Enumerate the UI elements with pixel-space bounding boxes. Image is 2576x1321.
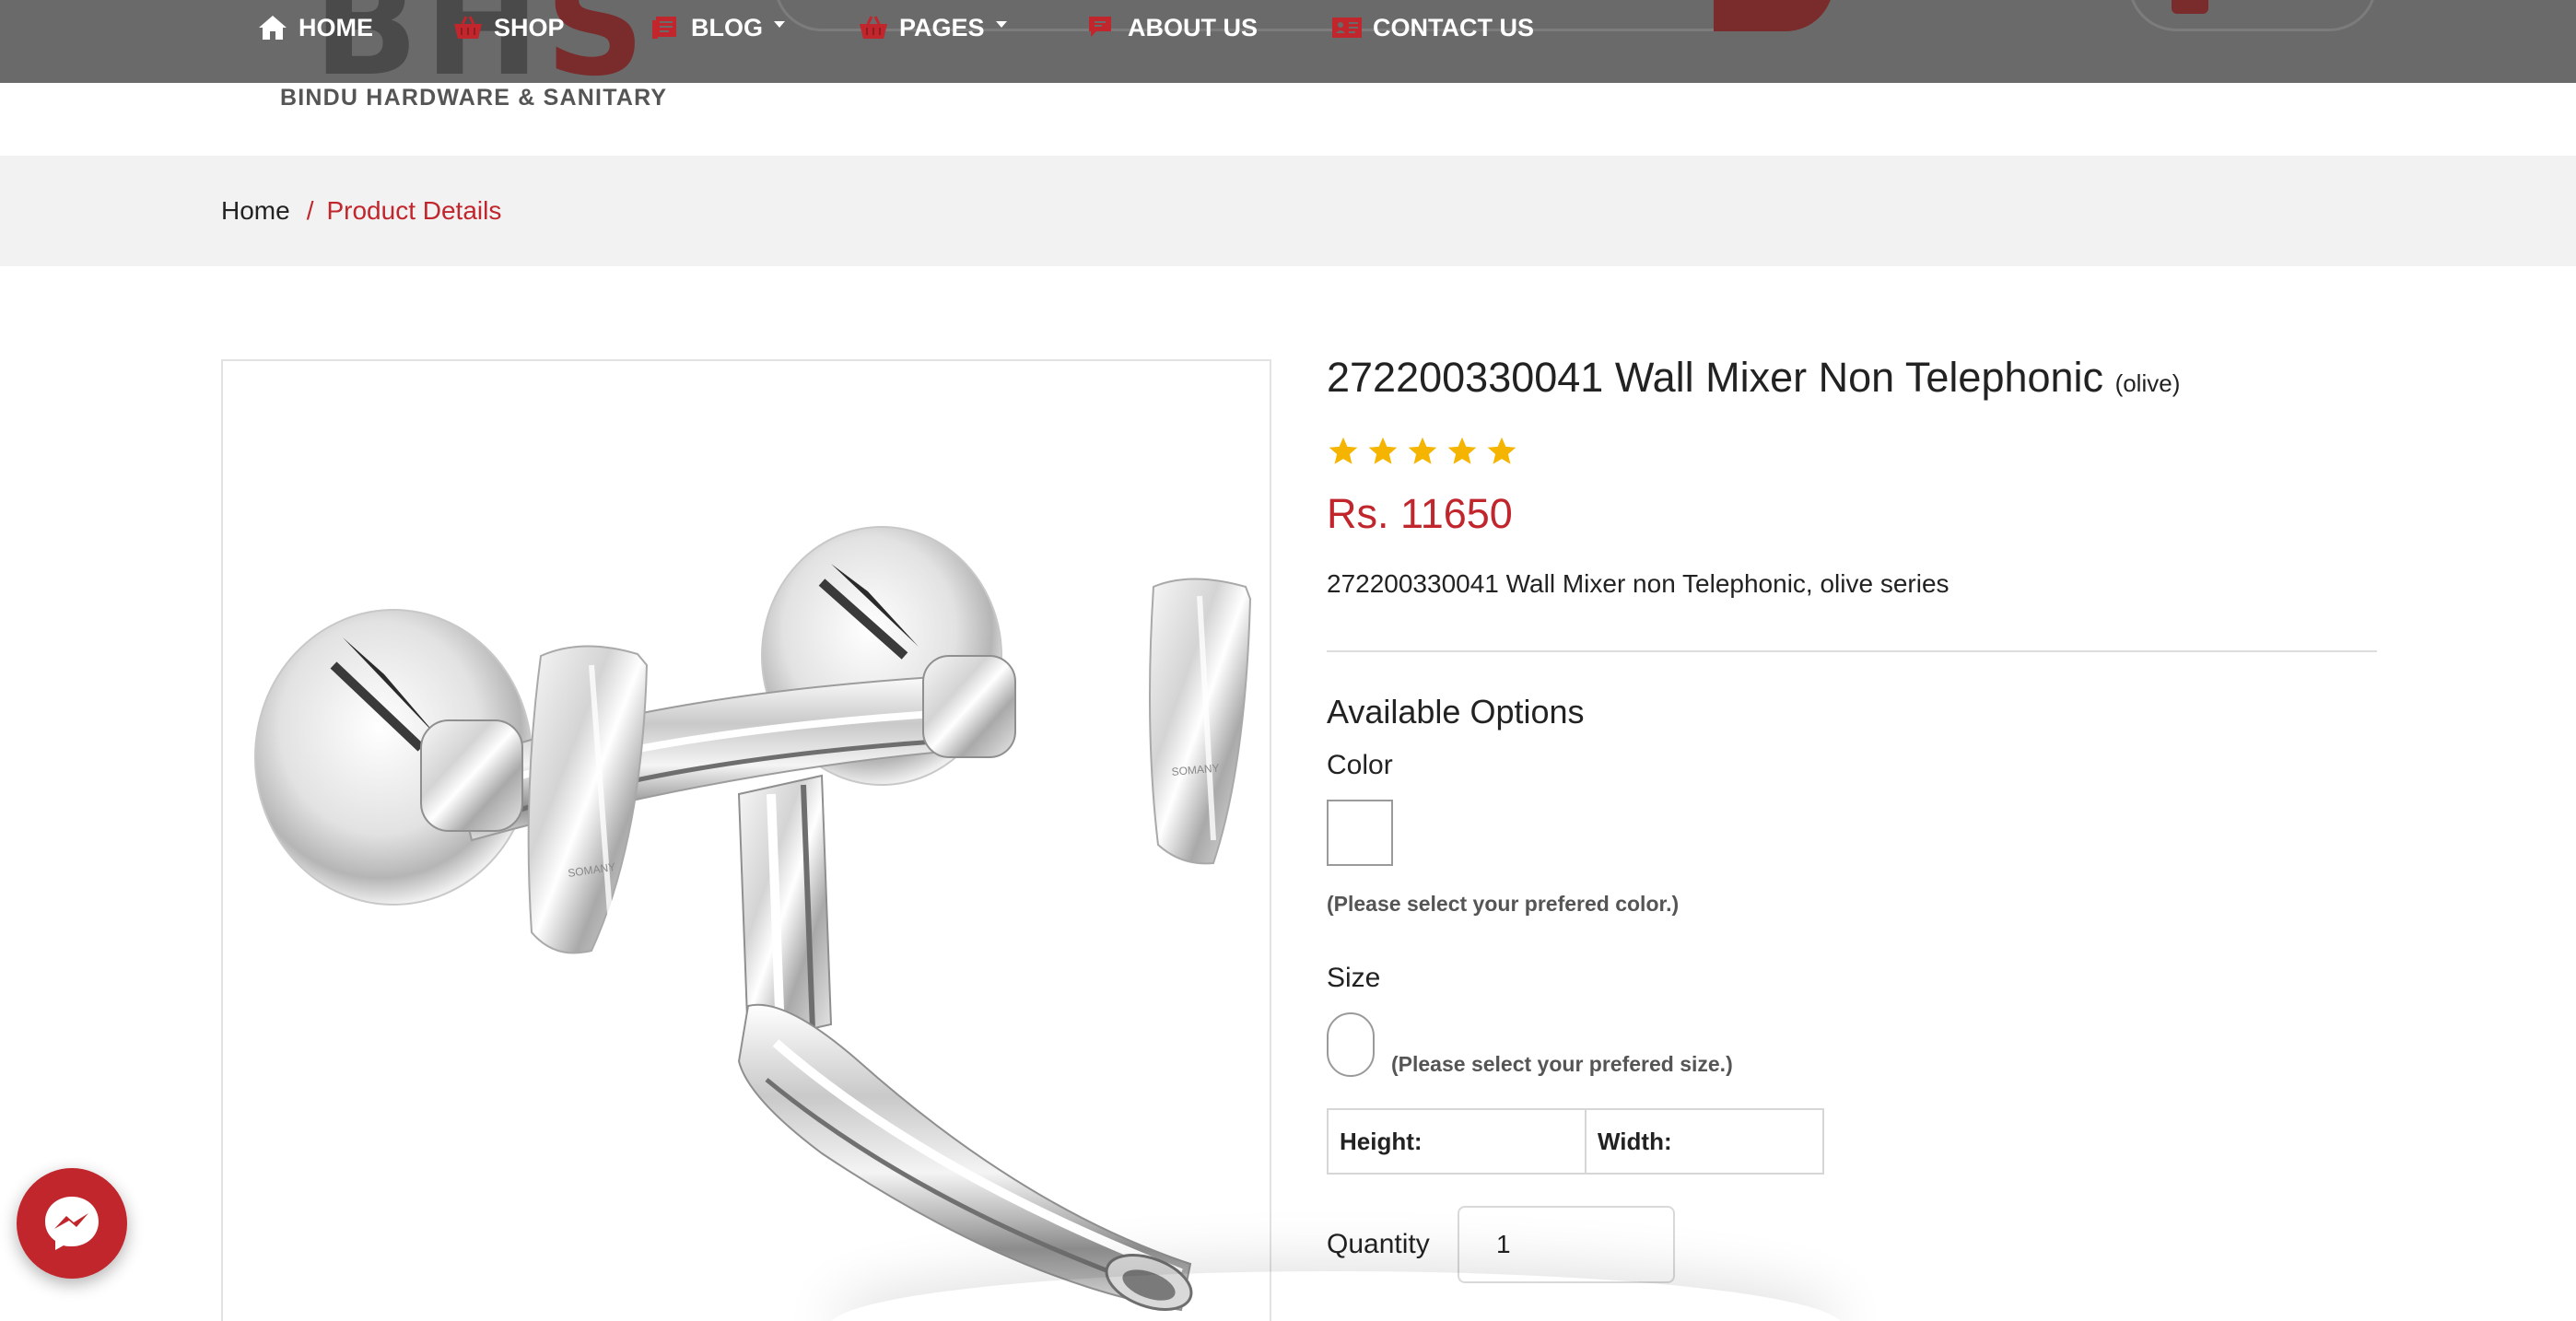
quantity-label: Quantity [1327, 1229, 1430, 1259]
product-title-text: 272200330041 Wall Mixer Non Telephonic [1327, 354, 2104, 401]
messenger-icon [45, 1197, 99, 1250]
width-cell: Width: [1598, 1127, 1672, 1155]
quantity-row: Quantity [1327, 1206, 2377, 1283]
breadcrumb: Home / Product Details [221, 196, 501, 226]
color-swatch[interactable] [1327, 800, 1393, 866]
nav-contact-us-label: CONTACT US [1373, 13, 1534, 41]
nav-about-us[interactable]: ABOUT US [1085, 13, 1258, 42]
nav-blog-label: BLOG [691, 13, 763, 41]
star-icon [1329, 437, 1358, 464]
nav-pages-label: PAGES [899, 13, 985, 41]
divider [1327, 650, 2377, 652]
product-image[interactable]: SOMANY SOMANY [221, 359, 1271, 1321]
product-title: 272200330041 Wall Mixer Non Telephonic (… [1327, 350, 2377, 411]
contact-card-icon [1332, 18, 1362, 38]
chat-icon [1089, 17, 1111, 37]
chevron-down-icon [995, 20, 1007, 28]
cart-button-partial [2128, 0, 2377, 31]
product-info: 272200330041 Wall Mixer Non Telephonic (… [1327, 350, 2377, 1283]
rating-stars [1327, 435, 2377, 468]
color-hint: (Please select your prefered color.) [1327, 892, 1680, 916]
nav-shop[interactable]: SHOP [451, 13, 565, 42]
nav-contact-us[interactable]: CONTACT US [1330, 13, 1534, 42]
basket-icon [454, 16, 482, 39]
wall-mixer-photo: SOMANY SOMANY [254, 526, 1252, 1312]
dimensions-table: Height: Width: [1327, 1108, 1824, 1175]
nav-about-us-label: ABOUT US [1128, 13, 1258, 41]
height-cell: Height: [1329, 1110, 1587, 1173]
messenger-chat-button[interactable] [17, 1168, 127, 1279]
search-button-partial [1714, 0, 1833, 31]
options-heading: Available Options [1327, 693, 1585, 731]
star-icon [1368, 437, 1398, 464]
breadcrumb-separator: / [306, 196, 314, 225]
nav-pages[interactable]: PAGES [857, 13, 1007, 42]
color-label: Color [1327, 750, 1393, 780]
product-price: Rs. 11650 [1327, 490, 1513, 537]
size-row: (Please select your prefered size.) [1327, 1012, 2377, 1077]
breadcrumb-bar: Home / Product Details [0, 156, 2576, 266]
size-option[interactable] [1327, 1012, 1375, 1077]
star-icon [1408, 437, 1437, 464]
brand-subtitle: BINDU HARDWARE & SANITARY [280, 85, 668, 111]
chevron-down-icon [774, 20, 785, 28]
home-icon [259, 16, 287, 40]
size-label: Size [1327, 963, 1381, 993]
blog-icon [652, 17, 676, 39]
star-icon [1447, 437, 1477, 464]
product-description: 272200330041 Wall Mixer non Telephonic, … [1327, 569, 1950, 598]
nav-home[interactable]: HOME [256, 13, 373, 42]
size-hint: (Please select your prefered size.) [1391, 1052, 1733, 1076]
nav-shop-label: SHOP [494, 13, 565, 41]
basket-icon [860, 16, 887, 39]
product-variant: (olive) [2114, 369, 2181, 397]
nav-home-label: HOME [299, 13, 373, 41]
breadcrumb-home-link[interactable]: Home [221, 196, 290, 226]
breadcrumb-current: Product Details [326, 196, 502, 225]
quantity-input[interactable] [1458, 1206, 1675, 1283]
header-bar: BHS HOME SHOP BLOG PAGES ABOUT US CONTAC… [0, 0, 2576, 83]
star-icon [1487, 437, 1516, 464]
nav-blog[interactable]: BLOG [649, 13, 785, 42]
